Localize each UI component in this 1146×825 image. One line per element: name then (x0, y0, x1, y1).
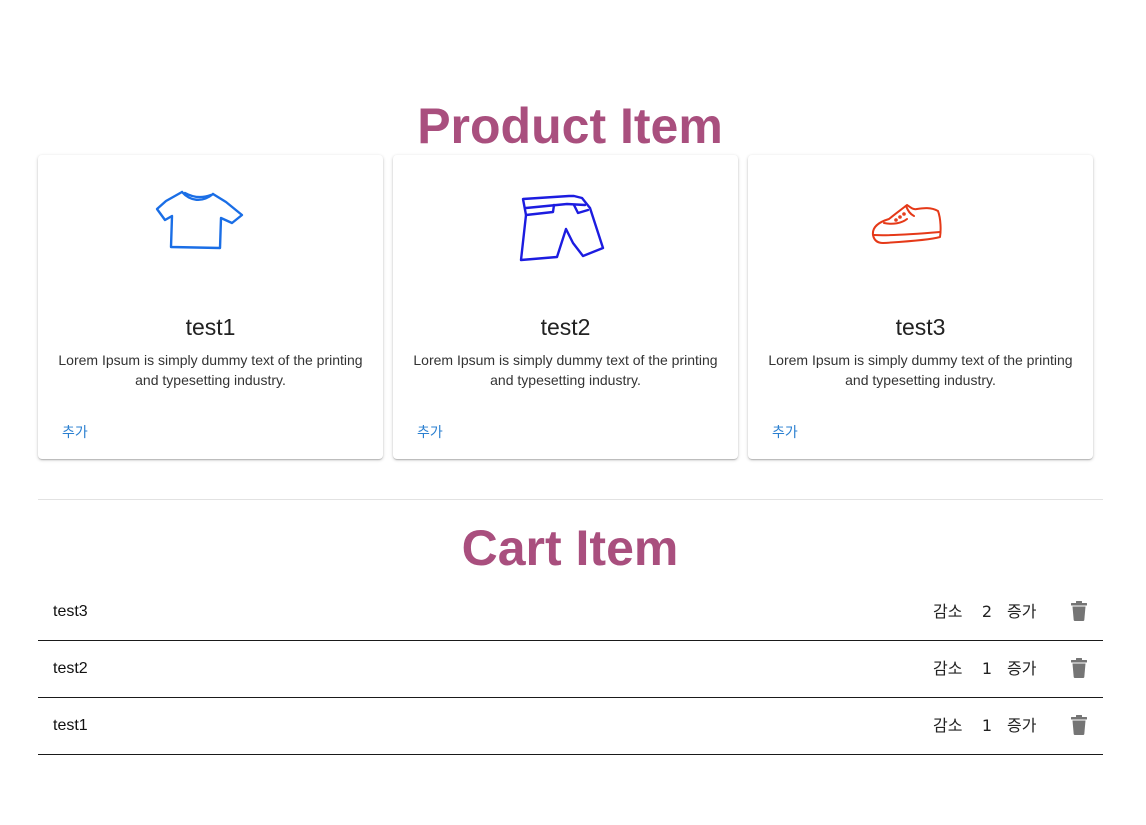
trash-icon[interactable] (1070, 601, 1088, 621)
increase-button[interactable]: 증가 (1007, 659, 1036, 679)
product-name: test1 (185, 314, 236, 340)
sneaker-icon (871, 204, 942, 244)
product-list: test1 Lorem Ipsum is simply dummy text o… (38, 155, 1094, 460)
section-divider (38, 499, 1103, 500)
increase-button[interactable]: 증가 (1007, 716, 1036, 736)
cart-row: test2 감소 1 증가 (38, 641, 1103, 698)
product-name: test3 (895, 314, 946, 340)
product-description: Lorem Ipsum is simply dummy text of the … (768, 352, 1073, 388)
decrease-button[interactable]: 감소 (933, 659, 962, 679)
product-card: test2 Lorem Ipsum is simply dummy text o… (393, 155, 738, 459)
cart-section-title: Cart Item (461, 520, 679, 576)
tshirt-icon (155, 190, 244, 250)
cart-item-name: test1 (53, 717, 88, 734)
product-name: test2 (540, 314, 591, 340)
product-description: Lorem Ipsum is simply dummy text of the … (413, 352, 718, 388)
trash-icon[interactable] (1070, 658, 1088, 678)
product-image (748, 155, 1093, 305)
add-to-cart-button[interactable]: 추가 (54, 418, 96, 446)
product-image (393, 155, 738, 305)
cart-item-name: test3 (53, 603, 88, 620)
add-to-cart-button[interactable]: 추가 (409, 418, 451, 446)
shorts-icon (519, 194, 605, 262)
add-to-cart-button[interactable]: 추가 (764, 418, 806, 446)
product-image (38, 155, 383, 305)
increase-button[interactable]: 증가 (1007, 602, 1036, 622)
trash-icon[interactable] (1070, 715, 1088, 735)
cart-row: test3 감소 2 증가 (38, 584, 1103, 641)
product-section-title: Product Item (417, 98, 723, 154)
cart-list: test3 감소 2 증가 test2 감소 1 증가 test1 감소 1 증… (38, 584, 1103, 755)
product-card: test1 Lorem Ipsum is simply dummy text o… (38, 155, 383, 459)
decrease-button[interactable]: 감소 (933, 716, 962, 736)
decrease-button[interactable]: 감소 (933, 602, 962, 622)
product-card: test3 Lorem Ipsum is simply dummy text o… (748, 155, 1093, 459)
quantity-value: 2 (981, 602, 993, 621)
cart-row: test1 감소 1 증가 (38, 698, 1103, 755)
product-description: Lorem Ipsum is simply dummy text of the … (58, 352, 363, 388)
quantity-value: 1 (981, 716, 993, 735)
quantity-value: 1 (981, 659, 993, 678)
cart-item-name: test2 (53, 660, 88, 677)
